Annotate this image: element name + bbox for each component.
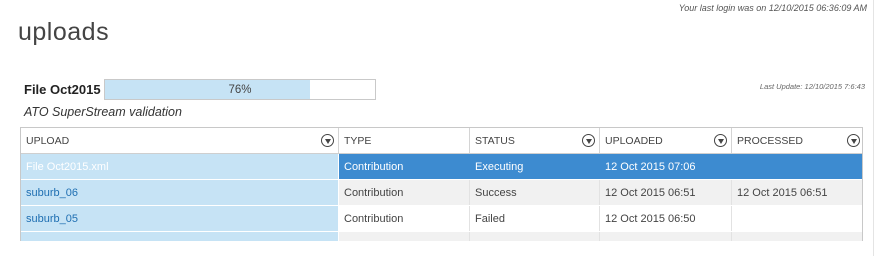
- column-header-label: PROCESSED: [737, 134, 803, 147]
- grid-header-row: UPLOAD TYPE STATUS UPLOADED PROCESSED: [21, 128, 862, 154]
- uploads-grid: UPLOAD TYPE STATUS UPLOADED PROCESSED Fi…: [20, 127, 863, 241]
- processed-cell: [732, 206, 862, 231]
- last-login-text: Your last login was on 12/10/2015 06:36:…: [678, 3, 867, 13]
- uploaded-cell: [600, 232, 732, 241]
- column-header-processed[interactable]: PROCESSED: [732, 128, 862, 153]
- column-header-uploaded[interactable]: UPLOADED: [600, 128, 732, 153]
- column-header-label: TYPE: [344, 134, 372, 147]
- table-row-partial: [21, 232, 862, 241]
- last-update-text: Last Update: 12/10/2015 7:6:43: [759, 82, 865, 91]
- status-cell: Failed: [470, 206, 600, 231]
- status-cell: Success: [470, 180, 600, 205]
- processed-cell: [732, 232, 862, 241]
- type-cell: Contribution: [339, 154, 470, 179]
- upload-link[interactable]: suburb_05: [21, 206, 339, 231]
- column-header-label: UPLOAD: [26, 134, 70, 147]
- table-row[interactable]: File Oct2015.xml Contribution Executing …: [21, 154, 862, 179]
- type-cell: [339, 232, 470, 241]
- type-cell: Contribution: [339, 180, 470, 205]
- uploaded-cell: 12 Oct 2015 07:06: [600, 154, 732, 179]
- uploaded-cell: 12 Oct 2015 06:51: [600, 180, 732, 205]
- window-edge: [873, 0, 874, 256]
- column-header-upload[interactable]: UPLOAD: [21, 128, 339, 153]
- column-header-type[interactable]: TYPE: [339, 128, 470, 153]
- file-header: File Oct2015 76%: [24, 79, 376, 100]
- upload-cell: [21, 232, 339, 241]
- status-cell: [470, 232, 600, 241]
- file-name: File Oct2015: [24, 82, 101, 97]
- filter-icon[interactable]: [321, 134, 334, 147]
- upload-link[interactable]: File Oct2015.xml: [21, 154, 339, 179]
- status-cell: Executing: [470, 154, 600, 179]
- table-row[interactable]: suburb_05 Contribution Failed 12 Oct 201…: [21, 206, 862, 231]
- filter-icon[interactable]: [582, 134, 595, 147]
- column-header-status[interactable]: STATUS: [470, 128, 600, 153]
- filter-icon[interactable]: [714, 134, 727, 147]
- processed-cell: 12 Oct 2015 06:51: [732, 180, 862, 205]
- uploaded-cell: 12 Oct 2015 06:50: [600, 206, 732, 231]
- upload-link[interactable]: suburb_06: [21, 180, 339, 205]
- page-title: uploads: [18, 18, 110, 46]
- column-header-label: UPLOADED: [605, 134, 663, 147]
- table-row[interactable]: suburb_06 Contribution Success 12 Oct 20…: [21, 180, 862, 205]
- type-cell: Contribution: [339, 206, 470, 231]
- file-subtitle: ATO SuperStream validation: [24, 105, 182, 119]
- progress-label: 76%: [228, 83, 252, 96]
- filter-icon[interactable]: [847, 134, 860, 147]
- column-header-label: STATUS: [475, 134, 515, 147]
- processed-cell: [732, 154, 862, 179]
- progress-bar: 76%: [104, 79, 376, 100]
